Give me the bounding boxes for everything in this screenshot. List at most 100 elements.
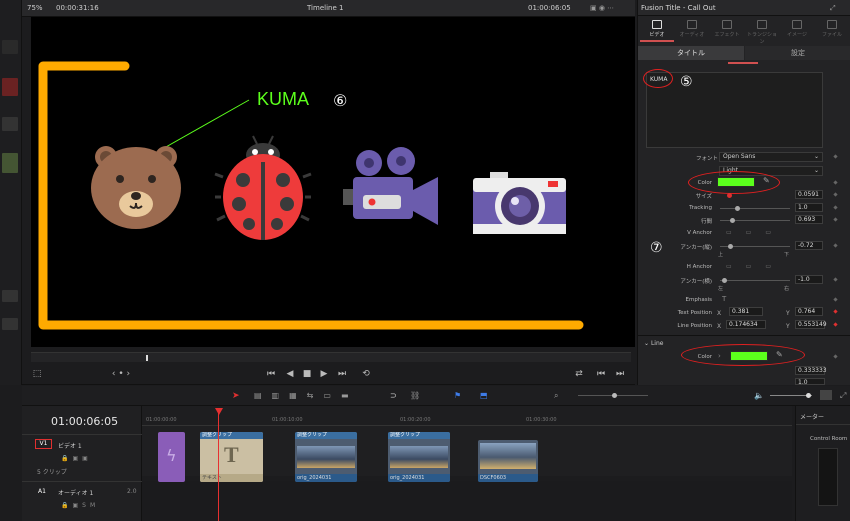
- scrubber-playhead[interactable]: [146, 355, 148, 361]
- h-anchor-buttons[interactable]: ▭▭▭: [726, 263, 785, 270]
- clip-text[interactable]: 調整クリップ T テキスト: [200, 432, 263, 482]
- zoom-slider-knob[interactable]: [612, 393, 617, 398]
- line-value-1[interactable]: 0.333333: [795, 366, 827, 375]
- dim-button[interactable]: [820, 390, 832, 400]
- viewer-header: 75% 00:00:31:16 Timeline 1 01:00:06:05 ▣…: [22, 0, 635, 17]
- keyframe-diamond[interactable]: [833, 154, 838, 159]
- timeline-ruler[interactable]: 01:00:00:00 01:00:10:00 01:00:20:00 01:0…: [142, 406, 792, 426]
- viewer-scrubber[interactable]: [31, 352, 631, 362]
- expand-icon[interactable]: ⤢: [840, 391, 846, 401]
- effects-tab-icon: [722, 20, 732, 29]
- tab-image[interactable]: イメージ: [780, 19, 814, 42]
- chevron-down-icon: ⌄: [813, 167, 819, 174]
- video-tab-icon: [652, 20, 662, 29]
- tracking-value[interactable]: 1.0: [795, 203, 823, 212]
- video-track-id[interactable]: V1: [35, 439, 52, 449]
- line-value-2[interactable]: 1.0: [795, 378, 825, 385]
- keyframe-diamond[interactable]: [833, 192, 838, 197]
- keyframe-diamond[interactable]: [833, 180, 838, 185]
- tab-effects[interactable]: エフェクト: [710, 19, 744, 42]
- keyframe-diamond[interactable]: [833, 297, 838, 302]
- play-reverse-button[interactable]: ◀: [284, 368, 296, 380]
- tab-file[interactable]: ファイル: [815, 19, 849, 42]
- keyframe-diamond-active[interactable]: [833, 322, 838, 327]
- file-tab-icon: [827, 20, 837, 29]
- loop-button[interactable]: ⟲: [360, 368, 372, 380]
- keyframe-diamond[interactable]: [833, 243, 838, 248]
- line-section-header[interactable]: ⌄ Line: [644, 340, 663, 347]
- left-strip-thumb-4[interactable]: [2, 153, 18, 173]
- emphasis-icon[interactable]: T: [722, 295, 726, 303]
- keyframe-diamond-active[interactable]: [833, 309, 838, 314]
- audio-track-lane[interactable]: [142, 481, 792, 521]
- zoom-timeline-icon[interactable]: ⌕: [554, 391, 558, 401]
- marker-icon[interactable]: ⬒: [480, 391, 488, 400]
- subtab-title[interactable]: タイトル: [638, 46, 744, 60]
- go-to-end-button[interactable]: ⏭: [336, 368, 348, 380]
- keyframe-diamond[interactable]: [833, 277, 838, 282]
- playhead-handle[interactable]: [215, 408, 223, 415]
- match-frame-button[interactable]: ⇄: [573, 368, 585, 380]
- anchor-h-slider[interactable]: [720, 280, 790, 281]
- stop-button[interactable]: ■: [301, 368, 313, 380]
- go-to-start-button[interactable]: ⏮: [265, 368, 277, 380]
- inspector-expand-icon[interactable]: ⤢: [830, 4, 836, 13]
- volume-icon[interactable]: 🔈: [754, 391, 764, 400]
- clip-thumbnail: [297, 446, 355, 468]
- line-spacing-slider-knob[interactable]: [730, 218, 735, 223]
- clip-video-3[interactable]: DSCF0603: [478, 440, 538, 482]
- text-input[interactable]: KUMA: [646, 72, 823, 148]
- anchor-h-value[interactable]: -1.0: [795, 275, 823, 284]
- timeline-name[interactable]: Timeline 1: [307, 4, 343, 12]
- left-strip-thumb-2[interactable]: [2, 78, 18, 96]
- left-strip-thumb-5[interactable]: [2, 290, 18, 302]
- anchor-v-slider-knob[interactable]: [728, 244, 733, 249]
- safe-area-icon[interactable]: ⬚: [31, 368, 43, 380]
- size-value[interactable]: 0.0591: [795, 190, 823, 199]
- clip-video-1[interactable]: 調整クリップ orig_2024031: [295, 432, 357, 482]
- line-spacing-value[interactable]: 0.693: [795, 215, 823, 224]
- viewer-options-icon[interactable]: ▣ ◉ ⋯: [590, 4, 614, 12]
- timeline-playhead[interactable]: [218, 410, 219, 521]
- zoom-level[interactable]: 75%: [27, 4, 43, 12]
- left-strip-thumb-1[interactable]: [2, 40, 18, 54]
- previous-clip-button[interactable]: ⏮: [595, 368, 607, 380]
- font-dropdown[interactable]: Open Sans ⌄: [719, 152, 823, 162]
- link-icon[interactable]: ⛓: [410, 391, 420, 400]
- tracking-slider-knob[interactable]: [735, 206, 740, 211]
- audio-track-id[interactable]: A1: [38, 488, 46, 495]
- size-slider-knob[interactable]: [727, 193, 732, 198]
- text-position-x[interactable]: 0.381: [729, 307, 763, 316]
- tab-audio[interactable]: オーディオ: [675, 19, 709, 42]
- text-position-y[interactable]: 0.764: [795, 307, 823, 316]
- keyframe-diamond[interactable]: [833, 217, 838, 222]
- lightning-icon: ϟ: [166, 446, 177, 465]
- keyframe-diamond[interactable]: [833, 205, 838, 210]
- left-strip-thumb-3[interactable]: [2, 117, 18, 131]
- video-track-controls[interactable]: 🔒▣▣: [61, 455, 92, 462]
- tab-transition[interactable]: トランジション: [745, 19, 779, 45]
- subtab-settings[interactable]: 設定: [745, 46, 850, 60]
- snapping-icon[interactable]: ⊃: [390, 391, 397, 400]
- callout-title-text[interactable]: KUMA: [257, 89, 309, 110]
- line-position-y[interactable]: 0.553149: [795, 320, 827, 329]
- tab-video[interactable]: ビデオ: [640, 19, 674, 42]
- anchor-v-value[interactable]: -0.72: [795, 241, 823, 250]
- clip-generator[interactable]: ϟ: [158, 432, 185, 482]
- line-position-x[interactable]: 0.174634: [726, 320, 766, 329]
- anchor-h-slider-knob[interactable]: [722, 278, 727, 283]
- edit-tools-icons[interactable]: ▤▥▦⇆▭▬: [254, 391, 359, 400]
- tracking-slider[interactable]: [720, 208, 790, 209]
- clip-video-2[interactable]: 調整クリップ orig_2024031: [388, 432, 450, 482]
- audio-track-controls[interactable]: 🔒▣SM: [61, 502, 99, 509]
- volume-slider-knob[interactable]: [806, 393, 811, 398]
- viewer-canvas[interactable]: KUMA ⑥: [31, 17, 635, 347]
- play-button[interactable]: ▶: [318, 368, 330, 380]
- jog-control[interactable]: ‹ • ›: [106, 368, 136, 380]
- next-clip-button[interactable]: ⏭: [614, 368, 626, 380]
- left-strip-thumb-6[interactable]: [2, 318, 18, 330]
- v-anchor-buttons[interactable]: ▭▭▭: [726, 229, 785, 236]
- keyframe-diamond[interactable]: [833, 354, 838, 359]
- selection-tool-icon[interactable]: ➤: [232, 391, 240, 401]
- flag-icon[interactable]: ⚑: [454, 391, 461, 400]
